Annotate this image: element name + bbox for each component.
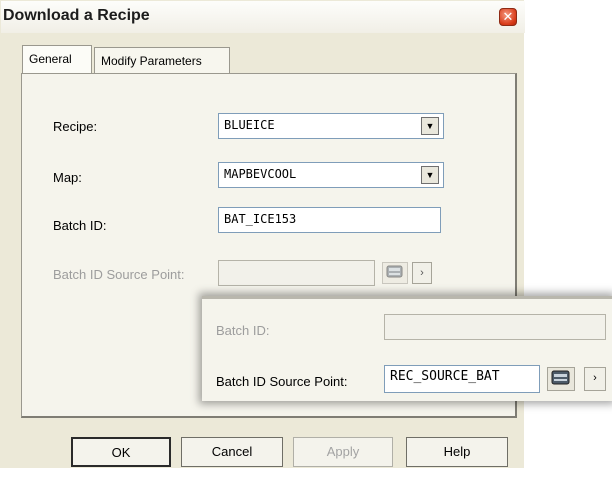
recipe-dropdown-button[interactable]: ▼ <box>421 117 439 135</box>
apply-button-label: Apply <box>326 444 360 459</box>
chevron-right-icon: › <box>593 372 597 384</box>
tab-general-label: General <box>29 52 72 66</box>
inset-batch-id-label: Batch ID: <box>216 323 270 338</box>
chevron-down-icon: ▼ <box>425 170 435 180</box>
map-select[interactable]: MAPBEVCOOL <box>218 162 444 188</box>
batch-id-value: BAT_ICE153 <box>224 212 297 226</box>
inset-source-point-value: REC_SOURCE_BAT <box>390 369 500 384</box>
chevron-down-icon: ▼ <box>425 121 435 131</box>
batch-id-input[interactable]: BAT_ICE153 <box>218 207 441 233</box>
point-browser-icon <box>386 265 403 278</box>
source-point-next-button[interactable]: › <box>412 262 432 284</box>
apply-button[interactable]: Apply <box>293 437 393 467</box>
close-button[interactable]: ✕ <box>499 8 517 26</box>
close-icon: ✕ <box>502 9 514 24</box>
tab-modify-parameters[interactable]: Modify Parameters <box>94 47 230 74</box>
map-label: Map: <box>53 170 82 185</box>
chevron-right-icon: › <box>420 267 424 279</box>
title-bar[interactable]: Download a Recipe ✕ <box>1 1 525 33</box>
inset-source-point-input[interactable]: REC_SOURCE_BAT <box>384 365 540 393</box>
window-title: Download a Recipe <box>3 7 150 24</box>
inset-batch-id-input[interactable] <box>384 314 606 340</box>
ok-button-label: OK <box>111 445 131 460</box>
tab-general[interactable]: General <box>22 45 92 73</box>
batch-id-label: Batch ID: <box>53 218 107 233</box>
cancel-button[interactable]: Cancel <box>181 437 283 467</box>
recipe-label: Recipe: <box>53 119 98 134</box>
recipe-value: BLUEICE <box>224 118 275 132</box>
inset-source-point-label: Batch ID Source Point: <box>216 374 348 389</box>
inset-browse-button[interactable] <box>547 367 575 391</box>
tab-modify-parameters-label: Modify Parameters <box>101 54 202 68</box>
help-button[interactable]: Help <box>406 437 508 467</box>
map-dropdown-button[interactable]: ▼ <box>421 166 439 184</box>
inset-next-button[interactable]: › <box>584 367 606 391</box>
point-browser-icon <box>551 370 570 385</box>
recipe-select[interactable]: BLUEICE <box>218 113 444 139</box>
source-point-input[interactable] <box>218 260 375 286</box>
ok-button[interactable]: OK <box>71 437 171 467</box>
source-point-browse-button[interactable] <box>382 262 408 284</box>
help-button-label: Help <box>443 444 471 459</box>
map-value: MAPBEVCOOL <box>224 167 297 181</box>
cancel-button-label: Cancel <box>211 444 253 459</box>
source-point-label: Batch ID Source Point: <box>53 267 185 282</box>
zoom-inset: Batch ID: Batch ID Source Point: REC_SOU… <box>202 296 612 401</box>
